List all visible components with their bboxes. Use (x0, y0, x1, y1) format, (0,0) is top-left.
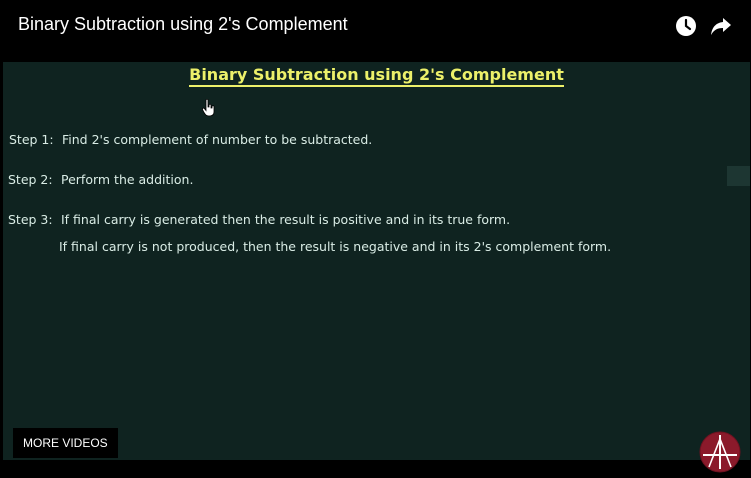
video-title[interactable]: Binary Subtraction using 2's Complement (18, 12, 348, 36)
step-2: Step 2: Perform the addition. (8, 172, 708, 188)
title-bar: Binary Subtraction using 2's Complement (0, 0, 751, 62)
step-1: Step 1: Find 2's complement of number to… (9, 132, 709, 148)
step-1-label: Step 1: (9, 132, 54, 147)
share-arrow-icon (711, 18, 731, 35)
step-3-text-2: If final carry is not produced, then the… (59, 239, 612, 254)
channel-logo-icon (699, 431, 741, 473)
watch-later-button[interactable] (674, 14, 698, 38)
channel-logo-button[interactable] (699, 431, 741, 473)
clock-icon (676, 16, 696, 36)
more-videos-button[interactable]: MORE VIDEOS (13, 428, 118, 458)
video-player[interactable]: Binary Subtraction using 2's Complement … (0, 0, 751, 478)
hand-cursor-icon (202, 99, 215, 117)
step-1-text: Find 2's complement of number to be subt… (62, 132, 373, 147)
share-button[interactable] (709, 14, 733, 38)
step-3: Step 3: If final carry is generated then… (8, 212, 728, 228)
bottom-bar (0, 460, 751, 478)
lesson-board: Binary Subtraction using 2's Complement … (3, 62, 750, 460)
step-3-continuation: If final carry is not produced, then the… (59, 239, 739, 255)
step-3-label: Step 3: (8, 212, 53, 227)
step-2-label: Step 2: (8, 172, 53, 187)
step-2-text: Perform the addition. (61, 172, 194, 187)
step-3-text: If final carry is generated then the res… (61, 212, 511, 227)
side-tab[interactable] (727, 166, 750, 186)
lesson-heading: Binary Subtraction using 2's Complement (3, 65, 750, 87)
